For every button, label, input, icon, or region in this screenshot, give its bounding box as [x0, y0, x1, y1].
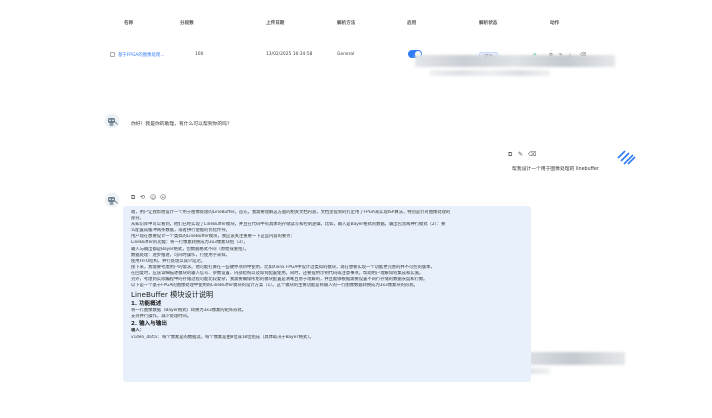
- document-name-link[interactable]: 基于FPGA的图像处理...: [118, 52, 165, 58]
- striped-logo-icon: [617, 150, 636, 165]
- delete-icon[interactable]: ⌫: [528, 151, 536, 158]
- col-name[interactable]: 名称: [124, 20, 133, 26]
- redacted-block: [430, 70, 550, 76]
- col-parse-method: 解析方法: [337, 21, 356, 26]
- answer-subsection-title: 2. 输入与输出: [131, 321, 167, 328]
- robot-avatar-icon: [104, 192, 120, 208]
- row-checkbox[interactable]: [110, 52, 115, 57]
- col-chunks[interactable]: 分段数: [180, 20, 194, 26]
- col-actions: 动作: [550, 21, 560, 26]
- regenerate-icon[interactable]: ⟲: [140, 194, 145, 201]
- parse-method: General: [337, 52, 355, 57]
- copy-icon[interactable]: ⧉: [508, 151, 512, 159]
- edit-icon[interactable]: ✎: [518, 151, 523, 158]
- answer-line: 以下是一个基于FPGA的图像处理中使用的LineBuffer模块的设计方案（1）…: [131, 283, 418, 289]
- assistant-answer: 嗯，用户让我帮他设计一个用于图像处理的LineBuffer。首先，我需要理解这方…: [123, 206, 531, 382]
- like-icon[interactable]: ☺: [150, 194, 156, 201]
- user-avatar: [616, 149, 636, 165]
- assistant-avatar: [104, 113, 120, 129]
- table-header: 名称 分段数 上传日期 解析方法 启用 解析状态 动作: [108, 20, 608, 32]
- chunk-count: 100: [195, 52, 204, 57]
- redacted-block: [415, 55, 615, 67]
- copy-icon[interactable]: ⧉: [131, 194, 135, 202]
- answer-line: video_data: 每个像素是的数据流。每个像素是由8位或10位组成（具体取…: [131, 334, 314, 340]
- col-enabled: 启用: [407, 21, 417, 26]
- user-message: 帮我设计一个用于图像处理的 linebuffer: [512, 167, 599, 172]
- answer-section-title: LineBuffer 模块设计说明: [131, 290, 214, 300]
- assistant-avatar: [104, 192, 120, 208]
- col-upload-date[interactable]: 上传日期: [266, 20, 284, 26]
- dislike-icon[interactable]: ☹: [160, 194, 166, 201]
- col-parse-status: 解析状态: [479, 21, 498, 26]
- assistant-greeting: 你好！我是你的助理，有什么可以帮到你的吗？: [131, 122, 232, 127]
- upload-date: 13/02/2025 16:34:58: [266, 52, 313, 57]
- robot-avatar-icon: [104, 113, 120, 129]
- answer-subsection-title: 1. 功能概述: [131, 301, 162, 308]
